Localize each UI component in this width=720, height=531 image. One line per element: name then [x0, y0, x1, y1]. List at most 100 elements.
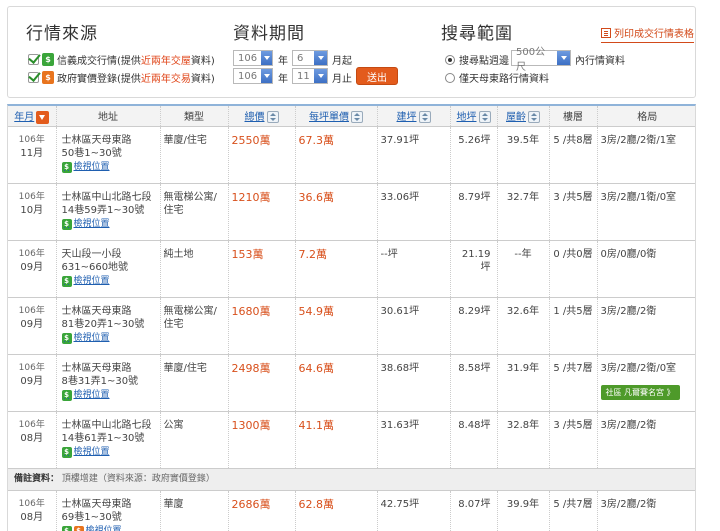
unit-price-cell: 64.6萬 — [295, 354, 378, 412]
table-row: 106年 10月 士林區中山北路七段 14巷59弄1~30號 $ 檢視位置 無電梯公寓/住宅… — [8, 183, 695, 241]
range-option-nearby[interactable]: 搜尋點週邊 — [445, 52, 509, 67]
sort-icon[interactable] — [478, 111, 491, 124]
view-location-link[interactable]: $ 檢視位置 — [61, 275, 110, 288]
sort-icon[interactable] — [528, 111, 540, 124]
source-option-gov[interactable]: $ 政府實價登錄(提供 近兩年交易 資料) — [28, 70, 215, 85]
type-cell: 公寓 — [160, 411, 229, 469]
total-price-cell: 153萬 — [228, 240, 296, 298]
from-month-select[interactable]: 6 — [292, 50, 328, 66]
to-month-unit: 月止 — [332, 74, 352, 85]
type-cell: 純土地 — [160, 240, 229, 298]
total-price-cell: 1210萬 — [228, 183, 296, 241]
header-address: 地址 — [56, 106, 161, 127]
floor-cell: 0 /共0層 — [549, 240, 598, 298]
community-ad-button[interactable]: 社區 凡爾賽名宮 》 — [600, 384, 680, 400]
radius-select[interactable]: 500公尺 — [511, 47, 571, 73]
age-cell: 39.5年 — [497, 126, 550, 184]
table-header: 年月 地址 類型 總價 每坪單價 建坪 地坪 屋齡 樓層 格局 — [8, 106, 695, 127]
nearby-radio[interactable] — [445, 54, 455, 65]
address-cell: 士林區天母東路 81巷20弄1~30號 $ 檢視位置 — [56, 297, 161, 355]
to-year-select[interactable]: 106 — [233, 68, 273, 84]
header-type: 類型 — [160, 106, 229, 127]
road-radio[interactable] — [445, 72, 455, 83]
layout-cell: 3房/2廳/2衛 — [597, 490, 695, 531]
note-cell: 備註資料： 頂樓增建（資料來源：政府實價登錄） — [8, 468, 695, 491]
land-area-cell: 8.07坪 — [450, 490, 498, 531]
age-cell: 32.7年 — [497, 183, 550, 241]
layout-cell: 3房/2廳/2衛 — [597, 411, 695, 469]
sinyi-checkbox[interactable] — [28, 54, 39, 65]
type-cell: 華廈/住宅 — [160, 126, 229, 184]
sort-icon[interactable] — [266, 111, 279, 124]
floor-cell: 5 /共7層 — [549, 354, 598, 412]
dollar-icon: $ — [61, 161, 72, 173]
header-date[interactable]: 年月 — [8, 106, 57, 127]
header-total[interactable]: 總價 — [228, 106, 296, 127]
chevron-down-icon — [314, 51, 327, 65]
submit-button[interactable]: 送出 — [356, 67, 398, 85]
header-build-area[interactable]: 建坪 — [377, 106, 451, 127]
gov-checkbox[interactable] — [28, 72, 39, 83]
unit-price-cell: 41.1萬 — [295, 411, 378, 469]
header-floor: 樓層 — [549, 106, 598, 127]
print-link[interactable]: 列印成交行情表格 — [601, 25, 694, 43]
land-area-cell: 21.19坪 — [450, 240, 498, 298]
period-title: 資料期間 — [233, 24, 305, 44]
to-month-select[interactable]: 11 — [292, 68, 328, 84]
build-area-cell: 37.91坪 — [377, 126, 451, 184]
unit-price-cell: 67.3萬 — [295, 126, 378, 184]
header-land-area[interactable]: 地坪 — [450, 106, 498, 127]
land-area-cell: 8.79坪 — [450, 183, 498, 241]
sort-icon[interactable] — [351, 111, 363, 124]
chevron-down-icon — [557, 51, 570, 65]
total-price-cell: 1680萬 — [228, 297, 296, 355]
table-row: 106年 08月 士林區天母東路 69巷1~30號 $ $ 檢視位置 華廈 2686萬 62.8萬… — [8, 490, 695, 531]
range-title: 搜尋範圍 — [441, 24, 513, 44]
header-age[interactable]: 屋齡 — [497, 106, 550, 127]
type-cell: 華廈/住宅 — [160, 354, 229, 412]
total-price-cell: 2498萬 — [228, 354, 296, 412]
view-location-link[interactable]: $ $ 檢視位置 — [61, 525, 122, 531]
age-cell: 32.6年 — [497, 297, 550, 355]
view-location-link[interactable]: $ 檢視位置 — [61, 389, 110, 402]
build-area-cell: --坪 — [377, 240, 451, 298]
unit-price-cell: 36.6萬 — [295, 183, 378, 241]
address-cell: 天山段一小段 631~660地號 $ 檢視位置 — [56, 240, 161, 298]
dollar-icon: $ — [61, 218, 72, 230]
land-area-cell: 8.58坪 — [450, 354, 498, 412]
land-area-cell: 8.29坪 — [450, 297, 498, 355]
address-cell: 士林區中山北路七段 14巷59弄1~30號 $ 檢視位置 — [56, 183, 161, 241]
age-cell: --年 — [497, 240, 550, 298]
view-location-link[interactable]: $ 檢視位置 — [61, 446, 110, 459]
total-price-cell: 2550萬 — [228, 126, 296, 184]
view-location-link[interactable]: $ 檢視位置 — [61, 332, 110, 345]
floor-cell: 5 /共8層 — [549, 126, 598, 184]
chevron-down-icon — [314, 69, 327, 83]
sort-icon[interactable] — [418, 111, 431, 124]
source-option-sinyi[interactable]: $ 信義成交行情(提供 近兩年交屋 資料) — [28, 52, 215, 67]
address-cell: 士林區天母東路 50巷1~30號 $ 檢視位置 — [56, 126, 161, 184]
floor-cell: 3 /共5層 — [549, 183, 598, 241]
header-unit-price[interactable]: 每坪單價 — [295, 106, 378, 127]
dollar-icon: $ — [61, 332, 72, 344]
range-option-road[interactable]: 僅天母東路行情資料 — [445, 70, 549, 85]
date-cell: 106年 09月 — [8, 297, 57, 355]
view-location-link[interactable]: $ 檢視位置 — [61, 218, 110, 231]
view-location-link[interactable]: $ 檢視位置 — [61, 161, 110, 174]
build-area-cell: 38.68坪 — [377, 354, 451, 412]
layout-cell: 3房/2廳/1衛/0室 — [597, 183, 695, 241]
sort-desc-icon[interactable] — [36, 110, 50, 124]
dollar-icon: $ — [42, 53, 54, 66]
build-area-cell: 30.61坪 — [377, 297, 451, 355]
from-year-select[interactable]: 106 — [233, 50, 273, 66]
address-cell: 士林區天母東路 8巷31弄1~30號 $ 檢視位置 — [56, 354, 161, 412]
results-table: 年月 地址 類型 總價 每坪單價 建坪 地坪 屋齡 樓層 格局 106年 11月士… — [8, 106, 695, 531]
age-cell: 31.9年 — [497, 354, 550, 412]
filter-panel: 行情來源 $ 信義成交行情(提供 近兩年交屋 資料) $ 政府實價登錄(提供 近兩年交… — [7, 6, 696, 98]
dollar-icon: $ — [42, 71, 54, 84]
type-cell: 華廈 — [160, 490, 229, 531]
dollar-icon: $ — [61, 275, 72, 287]
unit-price-cell: 62.8萬 — [295, 490, 378, 531]
date-cell: 106年 09月 — [8, 240, 57, 298]
dollar-icon: $ — [61, 525, 72, 531]
